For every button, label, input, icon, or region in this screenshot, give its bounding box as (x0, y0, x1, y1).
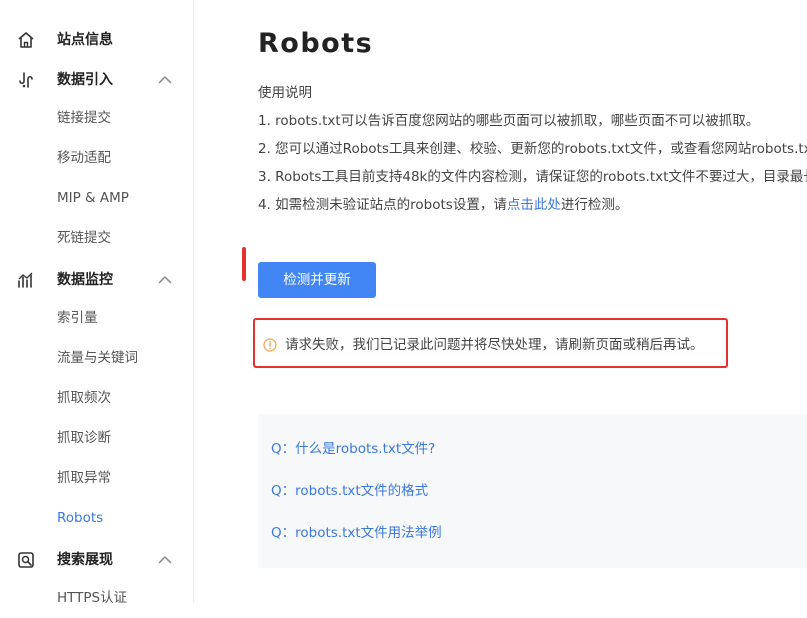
sidebar-item-mip-amp[interactable]: MIP & AMP (57, 178, 129, 218)
sidebar-group-label: 数据引入 (57, 72, 113, 88)
usage-line-4-suffix: 进行检测。 (560, 197, 629, 213)
main-content: Robots 使用说明 1. robots.txt可以告诉百度您网站的哪些页面可… (194, 0, 807, 602)
error-alert: 请求失败，我们已记录此问题并将尽快处理，请刷新页面或稍后再试。 (253, 318, 728, 368)
warning-icon (263, 338, 277, 352)
monitor-chart-icon (18, 272, 33, 288)
sidebar-group-site-info[interactable]: 站点信息 (0, 20, 193, 60)
sidebar-group-data-monitor[interactable]: 数据监控 (0, 260, 193, 300)
sidebar-item-mobile-adapt[interactable]: 移动适配 (57, 138, 111, 178)
sidebar-item-crawl-diagnosis[interactable]: 抓取诊断 (57, 418, 111, 458)
sidebar-group-label: 站点信息 (57, 32, 113, 48)
faq-item-format[interactable]: Q：robots.txt文件的格式 (271, 481, 428, 501)
usage-line-3: 3. Robots工具目前支持48k的文件内容检测，请保证您的robots.tx… (258, 169, 807, 185)
sidebar-item-robots[interactable]: Robots (57, 498, 103, 538)
chevron-up-icon[interactable] (157, 74, 173, 86)
faq-item-what-is-robots[interactable]: Q：什么是robots.txt文件? (271, 439, 435, 459)
sidebar-item-https[interactable]: HTTPS认证 (57, 578, 127, 618)
faq-item-examples[interactable]: Q：robots.txt文件用法举例 (271, 523, 442, 543)
chevron-up-icon[interactable] (157, 274, 173, 286)
usage-line-4: 4. 如需检测未验证站点的robots设置，请点击此处进行检测。 (258, 195, 628, 215)
check-update-button[interactable]: 检测并更新 (258, 262, 376, 298)
usage-line-1: 1. robots.txt可以告诉百度您网站的哪些页面可以被抓取，哪些页面不可以… (258, 113, 760, 129)
sidebar-item-traffic-keywords[interactable]: 流量与关键词 (57, 338, 138, 378)
sidebar-item-dead-link[interactable]: 死链提交 (57, 218, 111, 258)
error-message: 请求失败，我们已记录此问题并将尽快处理，请刷新页面或稍后再试。 (285, 337, 704, 353)
usage-line-4-text: 4. 如需检测未验证站点的robots设置，请 (258, 197, 507, 213)
search-display-icon (18, 552, 34, 568)
home-icon (18, 32, 34, 48)
sidebar-item-crawl-errors[interactable]: 抓取异常 (57, 458, 111, 498)
sidebar-group-search-display[interactable]: 搜索展现 (0, 540, 193, 580)
page-title: Robots (258, 28, 374, 59)
data-import-icon (19, 72, 33, 88)
sidebar-item-crawl-frequency[interactable]: 抓取频次 (57, 378, 111, 418)
usage-title: 使用说明 (258, 85, 312, 101)
annotation-marker (242, 247, 246, 281)
click-here-link[interactable]: 点击此处 (507, 197, 561, 213)
sidebar-item-index-volume[interactable]: 索引量 (57, 298, 98, 338)
sidebar: 站点信息 数据引入 链接提交 移动适配 MIP & AMP 死链提交 数据监控 … (0, 0, 194, 606)
usage-line-2: 2. 您可以通过Robots工具来创建、校验、更新您的robots.txt文件，… (258, 141, 807, 157)
sidebar-item-link-submit[interactable]: 链接提交 (57, 98, 111, 138)
sidebar-group-label: 数据监控 (57, 272, 113, 288)
sidebar-group-data-import[interactable]: 数据引入 (0, 60, 193, 100)
chevron-up-icon[interactable] (157, 554, 173, 566)
sidebar-group-label: 搜索展现 (57, 552, 113, 568)
faq-panel: Q：什么是robots.txt文件? Q：robots.txt文件的格式 Q：r… (258, 414, 807, 568)
